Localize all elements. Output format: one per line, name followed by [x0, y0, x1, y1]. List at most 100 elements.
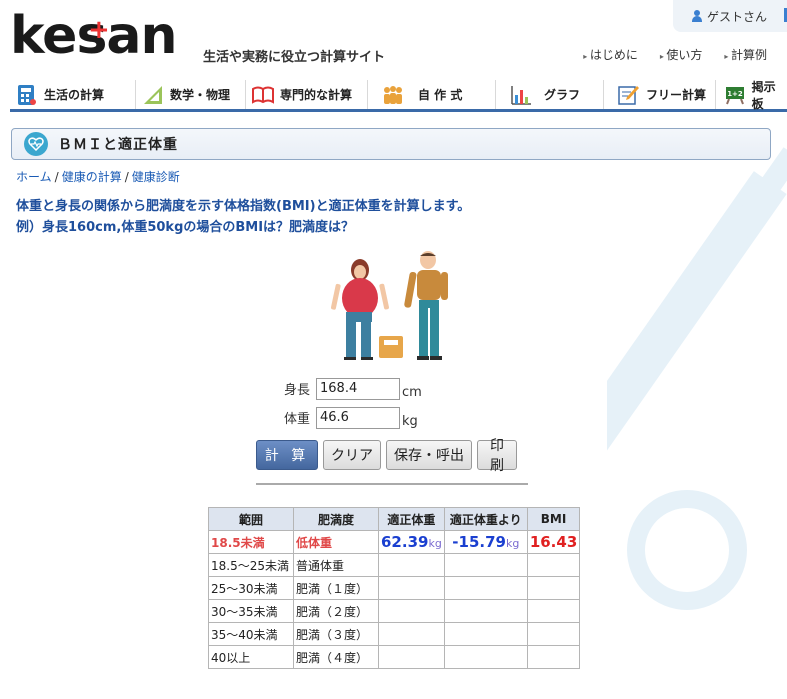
empty-cell — [378, 645, 445, 669]
empty-cell — [378, 622, 445, 646]
calculate-button[interactable]: 計 算 — [256, 440, 318, 470]
height-input[interactable] — [316, 377, 400, 400]
people-icon — [382, 84, 404, 106]
divider — [256, 483, 528, 485]
empty-cell — [378, 599, 445, 623]
diff-cell: -15.79kg — [443, 530, 528, 554]
height-label: 身長 — [284, 383, 311, 398]
description-line: 体重と身長の関係から肥満度を示す体格指数(BMI)と適正体重を計算します。 — [16, 199, 471, 214]
calculator-icon — [16, 84, 38, 106]
link-intro[interactable]: はじめに — [583, 46, 638, 63]
empty-cell — [526, 553, 581, 577]
nav-label: 専門的な計算 — [280, 88, 353, 102]
table-row: 30～35未満 肥満（２度） — [208, 599, 581, 623]
level-cell: 普通体重 — [293, 553, 379, 577]
table-row: 35～40未満 肥満（３度） — [208, 622, 581, 646]
bmi-cell: 16.43 — [526, 530, 581, 554]
page-title: ＢＭＩと適正体重 — [58, 137, 178, 153]
pencil-icon — [618, 84, 640, 106]
guest-user[interactable]: ゲストさん — [673, 0, 787, 32]
weight-input[interactable] — [316, 406, 400, 429]
breadcrumb-home[interactable]: ホーム — [16, 170, 52, 184]
link-howto[interactable]: 使い方 — [660, 46, 702, 63]
level-cell: 肥満（３度） — [293, 622, 379, 646]
empty-cell — [443, 576, 528, 600]
nav-label: 生活の計算 — [44, 88, 105, 102]
example-line: 例）身長160cm,体重50kgの場合のBMIは？肥満度は？ — [16, 220, 355, 235]
nav-life-calc[interactable]: 生活の計算 — [10, 80, 136, 109]
nav-label: 数学・物理 — [170, 88, 231, 102]
level-cell: 肥満（４度） — [293, 645, 379, 669]
breadcrumb-separator: / — [124, 170, 129, 184]
nav-label: 掲示板 — [751, 79, 776, 111]
table-row: 25～30未満 肥満（１度） — [208, 576, 581, 600]
table-row: 40以上 肥満（４度） — [208, 645, 581, 669]
empty-cell — [443, 553, 528, 577]
ideal-weight-cell: 62.39kg — [378, 530, 445, 554]
description: 体重と身長の関係から肥満度を示す体格指数(BMI)と適正体重を計算します。 例）… — [16, 196, 470, 238]
bar-chart-icon — [510, 84, 532, 106]
range-cell: 18.5未満 — [208, 530, 294, 554]
save-load-button[interactable]: 保存・呼出 — [386, 440, 472, 470]
breadcrumb: ホーム / 健康の計算 / 健康診断 — [16, 168, 180, 185]
col-ideal-weight: 適正体重 — [378, 507, 445, 531]
empty-cell — [443, 645, 528, 669]
kg-unit: kg — [428, 537, 442, 550]
range-cell: 25～30未満 — [208, 576, 294, 600]
top-links: はじめに 使い方 計算例 — [583, 46, 767, 63]
bmi-illustration — [326, 250, 458, 364]
clear-button[interactable]: クリア — [323, 440, 381, 470]
site-header: kesan + 生活や実務に役立つ計算サイト ゲストさん はじめに 使い方 計算… — [0, 0, 787, 82]
weight-unit: kg — [402, 414, 418, 429]
print-button[interactable]: 印刷 — [477, 438, 517, 474]
empty-cell — [526, 622, 581, 646]
weight-row: 体重 kg — [284, 406, 418, 429]
site-logo[interactable]: kesan + — [10, 8, 178, 64]
diff-value: -15.79 — [452, 533, 506, 551]
heart-pulse-icon — [24, 132, 48, 156]
nav-label: グラフ — [544, 88, 581, 102]
nav-math-physics[interactable]: 数学・物理 — [136, 80, 246, 109]
range-cell: 35～40未満 — [208, 622, 294, 646]
nav-specialized[interactable]: 専門的な計算 — [246, 80, 368, 109]
empty-cell — [526, 576, 581, 600]
ruler-icon — [142, 84, 164, 106]
level-cell: 低体重 — [293, 530, 379, 554]
table-row: 18.5未満 低体重 62.39kg -15.79kg 16.43 — [208, 530, 581, 554]
empty-cell — [378, 576, 445, 600]
empty-cell — [443, 599, 528, 623]
breadcrumb-health-calc[interactable]: 健康の計算 — [62, 170, 122, 184]
empty-cell — [526, 599, 581, 623]
link-examples[interactable]: 計算例 — [724, 46, 767, 63]
bmi-value: 16.43 — [529, 533, 578, 551]
nav-label: フリー計算 — [646, 88, 707, 102]
col-diff: 適正体重より — [443, 507, 528, 531]
nav-bulletin-board[interactable]: 1+2 掲示板 — [716, 79, 787, 111]
ideal-weight-value: 62.39 — [381, 533, 429, 551]
level-cell: 肥満（２度） — [293, 599, 379, 623]
result-table: 範囲 肥満度 適正体重 適正体重より BMI 18.5未満 低体重 62.39k… — [208, 507, 581, 669]
col-bmi: BMI — [526, 507, 581, 531]
col-range: 範囲 — [208, 507, 294, 531]
nav-free-calc[interactable]: フリー計算 — [604, 80, 716, 109]
breadcrumb-separator: / — [54, 170, 59, 184]
nav-label: 自 作 式 — [418, 88, 463, 102]
user-icon — [691, 10, 703, 22]
col-level: 肥満度 — [293, 507, 379, 531]
range-cell: 30～35未満 — [208, 599, 294, 623]
board-icon: 1+2 — [724, 84, 746, 106]
book-icon — [252, 84, 274, 106]
kg-unit: kg — [505, 537, 520, 550]
empty-cell — [378, 553, 445, 577]
main-nav: 生活の計算 数学・物理 専門的な計算 自 作 式 グラフ フリー計算 1+2 掲… — [10, 80, 787, 112]
nav-graph[interactable]: グラフ — [496, 80, 604, 109]
level-cell: 肥満（１度） — [293, 576, 379, 600]
height-row: 身長 cm — [284, 377, 422, 400]
empty-cell — [443, 622, 528, 646]
action-buttons: 計 算 クリア 保存・呼出 印刷 — [256, 438, 517, 474]
range-cell: 40以上 — [208, 645, 294, 669]
weight-label: 体重 — [284, 412, 311, 427]
nav-custom-formula[interactable]: 自 作 式 — [368, 80, 496, 109]
breadcrumb-checkup[interactable]: 健康診断 — [132, 170, 180, 184]
table-row: 18.5～25未満 普通体重 — [208, 553, 581, 577]
